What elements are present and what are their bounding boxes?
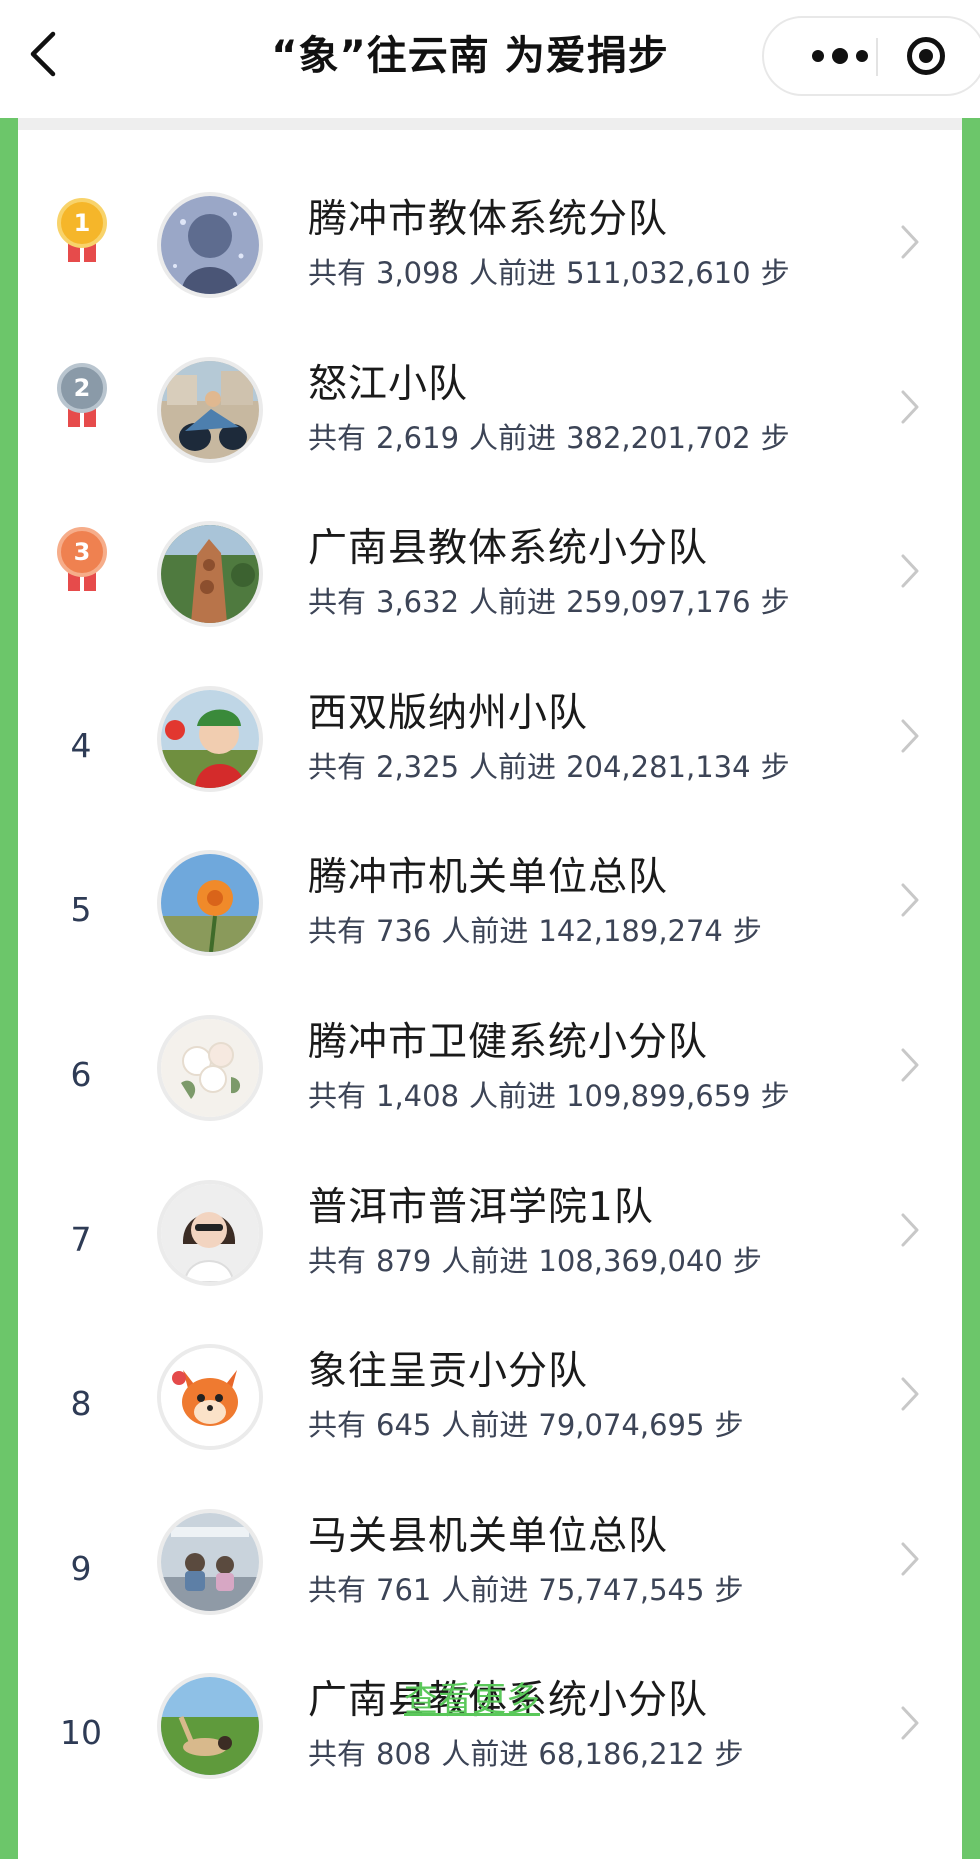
- rank-number: 10: [60, 1713, 102, 1753]
- close-button[interactable]: [888, 18, 964, 94]
- avatar: [157, 1344, 263, 1451]
- step-count: 75,747,545: [538, 1572, 705, 1607]
- people-count: 645: [376, 1408, 432, 1443]
- more-dots-icon: [812, 50, 824, 62]
- mini-program-close-icon: [907, 37, 945, 75]
- step-count: 142,189,274: [538, 914, 723, 949]
- chevron-left-icon: [30, 31, 56, 77]
- step-count: 511,032,610: [566, 256, 751, 290]
- back-button[interactable]: [12, 24, 72, 84]
- rank-number: 7: [70, 1219, 92, 1259]
- avatar: [157, 1014, 263, 1121]
- chevron-right-icon: [901, 1048, 919, 1082]
- team-stats: 共有 736 人前进 142,189,274 步: [308, 914, 762, 949]
- capsule-divider: [876, 38, 878, 76]
- team-name: 广南县教体系统小分队: [308, 526, 709, 572]
- team-name: 象往呈贡小分队: [308, 1349, 589, 1395]
- team-stats: 共有 2,325 人前进 204,281,134 步: [308, 749, 790, 784]
- mini-program-capsule: [762, 16, 980, 96]
- chevron-right-icon: [901, 554, 919, 588]
- team-name: 怒江小队: [308, 361, 469, 407]
- step-count: 109,899,659: [566, 1078, 751, 1113]
- avatar: [157, 1179, 263, 1286]
- ranking-list: 1 腾冲市教体系统分队 共有 3,098 人前进 511,032,610 步 2…: [18, 172, 962, 1818]
- rank-number: 2: [57, 362, 107, 413]
- team-stats: 共有 761 人前进 75,747,545 步: [308, 1572, 744, 1607]
- people-count: 2,619: [376, 420, 460, 455]
- list-item[interactable]: 4 西双版纳州小队 共有 2,325 人前进 204,281,134 步: [18, 666, 962, 831]
- team-name: 普洱市普洱学院1队: [308, 1184, 654, 1230]
- avatar: [157, 1508, 263, 1615]
- avatar: [157, 356, 263, 463]
- step-count: 79,074,695: [538, 1408, 705, 1443]
- list-item[interactable]: 5 腾冲市机关单位总队 共有 736 人前进 142,189,274 步: [18, 830, 962, 995]
- team-name: 马关县机关单位总队: [308, 1513, 669, 1559]
- rank-number: 3: [57, 527, 107, 578]
- people-count: 736: [376, 914, 432, 949]
- list-item[interactable]: 6 腾冲市卫健系统小分队 共有 1,408 人前进 109,899,659 步: [18, 995, 962, 1160]
- avatar: [157, 192, 263, 298]
- team-stats: 共有 1,408 人前进 109,899,659 步: [308, 1078, 790, 1113]
- team-name: 腾冲市机关单位总队: [308, 855, 669, 901]
- list-item[interactable]: 7 普洱市普洱学院1队 共有 879 人前进 108,369,040 步: [18, 1160, 962, 1325]
- silver-medal-icon: 2: [54, 362, 110, 433]
- people-count: 761: [376, 1572, 432, 1607]
- chevron-right-icon: [901, 719, 919, 753]
- chevron-right-icon: [901, 1377, 919, 1411]
- chevron-right-icon: [901, 225, 919, 259]
- team-stats: 共有 879 人前进 108,369,040 步: [308, 1243, 762, 1278]
- step-count: 68,186,212: [538, 1737, 705, 1772]
- navigation-bar: “象”往云南 为爱捐步: [0, 0, 980, 118]
- more-button[interactable]: [800, 18, 880, 94]
- gold-medal-icon: 1: [54, 198, 110, 268]
- people-count: 3,632: [376, 585, 460, 620]
- team-name: 腾冲市教体系统分队: [308, 197, 669, 242]
- avatar: [157, 685, 263, 792]
- avatar: [157, 850, 263, 957]
- list-item[interactable]: 2 怒江小队 共有 2,619 人前进 382,201,702 步: [18, 337, 962, 502]
- avatar: [157, 1673, 263, 1780]
- team-stats: 共有 3,098 人前进 511,032,610 步: [308, 256, 790, 290]
- rank-number: 8: [70, 1384, 92, 1424]
- rank-number: 5: [70, 890, 92, 930]
- rank-number: 6: [70, 1054, 92, 1094]
- bronze-medal-icon: 3: [54, 527, 110, 597]
- rank-number: 1: [57, 198, 107, 248]
- team-name: 腾冲市卫健系统小分队: [308, 1019, 709, 1065]
- chevron-right-icon: [901, 1213, 919, 1247]
- team-stats: 共有 808 人前进 68,186,212 步: [308, 1737, 744, 1772]
- team-stats: 共有 645 人前进 79,074,695 步: [308, 1408, 744, 1443]
- people-count: 808: [376, 1737, 432, 1772]
- chevron-right-icon: [901, 883, 919, 917]
- step-count: 259,097,176: [566, 585, 751, 620]
- ranking-card: 1 腾冲市教体系统分队 共有 3,098 人前进 511,032,610 步 2…: [18, 118, 962, 1859]
- rank-number: 9: [70, 1548, 92, 1588]
- step-count: 382,201,702: [566, 420, 751, 455]
- chevron-right-icon: [901, 1706, 919, 1740]
- team-stats: 共有 2,619 人前进 382,201,702 步: [308, 420, 790, 455]
- view-more-link[interactable]: 查看更多: [322, 1672, 622, 1728]
- rank-number: 4: [70, 725, 92, 765]
- chevron-right-icon: [901, 390, 919, 424]
- team-stats: 共有 3,632 人前进 259,097,176 步: [308, 585, 790, 620]
- list-item[interactable]: 3 广南县教体系统小分队 共有 3,632 人前进 259,097,176 步: [18, 501, 962, 666]
- list-item[interactable]: 8 象往呈贡小分队 共有 645 人前进 79,074,695 步: [18, 1324, 962, 1489]
- list-item[interactable]: 9 马关县机关单位总队 共有 761 人前进 75,747,545 步: [18, 1489, 962, 1654]
- step-count: 204,281,134: [566, 749, 751, 784]
- people-count: 1,408: [376, 1078, 460, 1113]
- page-title: “象”往云南 为爱捐步: [271, 33, 669, 79]
- list-item[interactable]: 1 腾冲市教体系统分队 共有 3,098 人前进 511,032,610 步: [18, 172, 962, 337]
- avatar: [157, 521, 263, 628]
- people-count: 2,325: [376, 749, 460, 784]
- chevron-right-icon: [901, 1542, 919, 1576]
- step-count: 108,369,040: [538, 1243, 723, 1278]
- people-count: 3,098: [376, 256, 460, 290]
- team-name: 西双版纳州小队: [308, 690, 589, 736]
- people-count: 879: [376, 1243, 432, 1278]
